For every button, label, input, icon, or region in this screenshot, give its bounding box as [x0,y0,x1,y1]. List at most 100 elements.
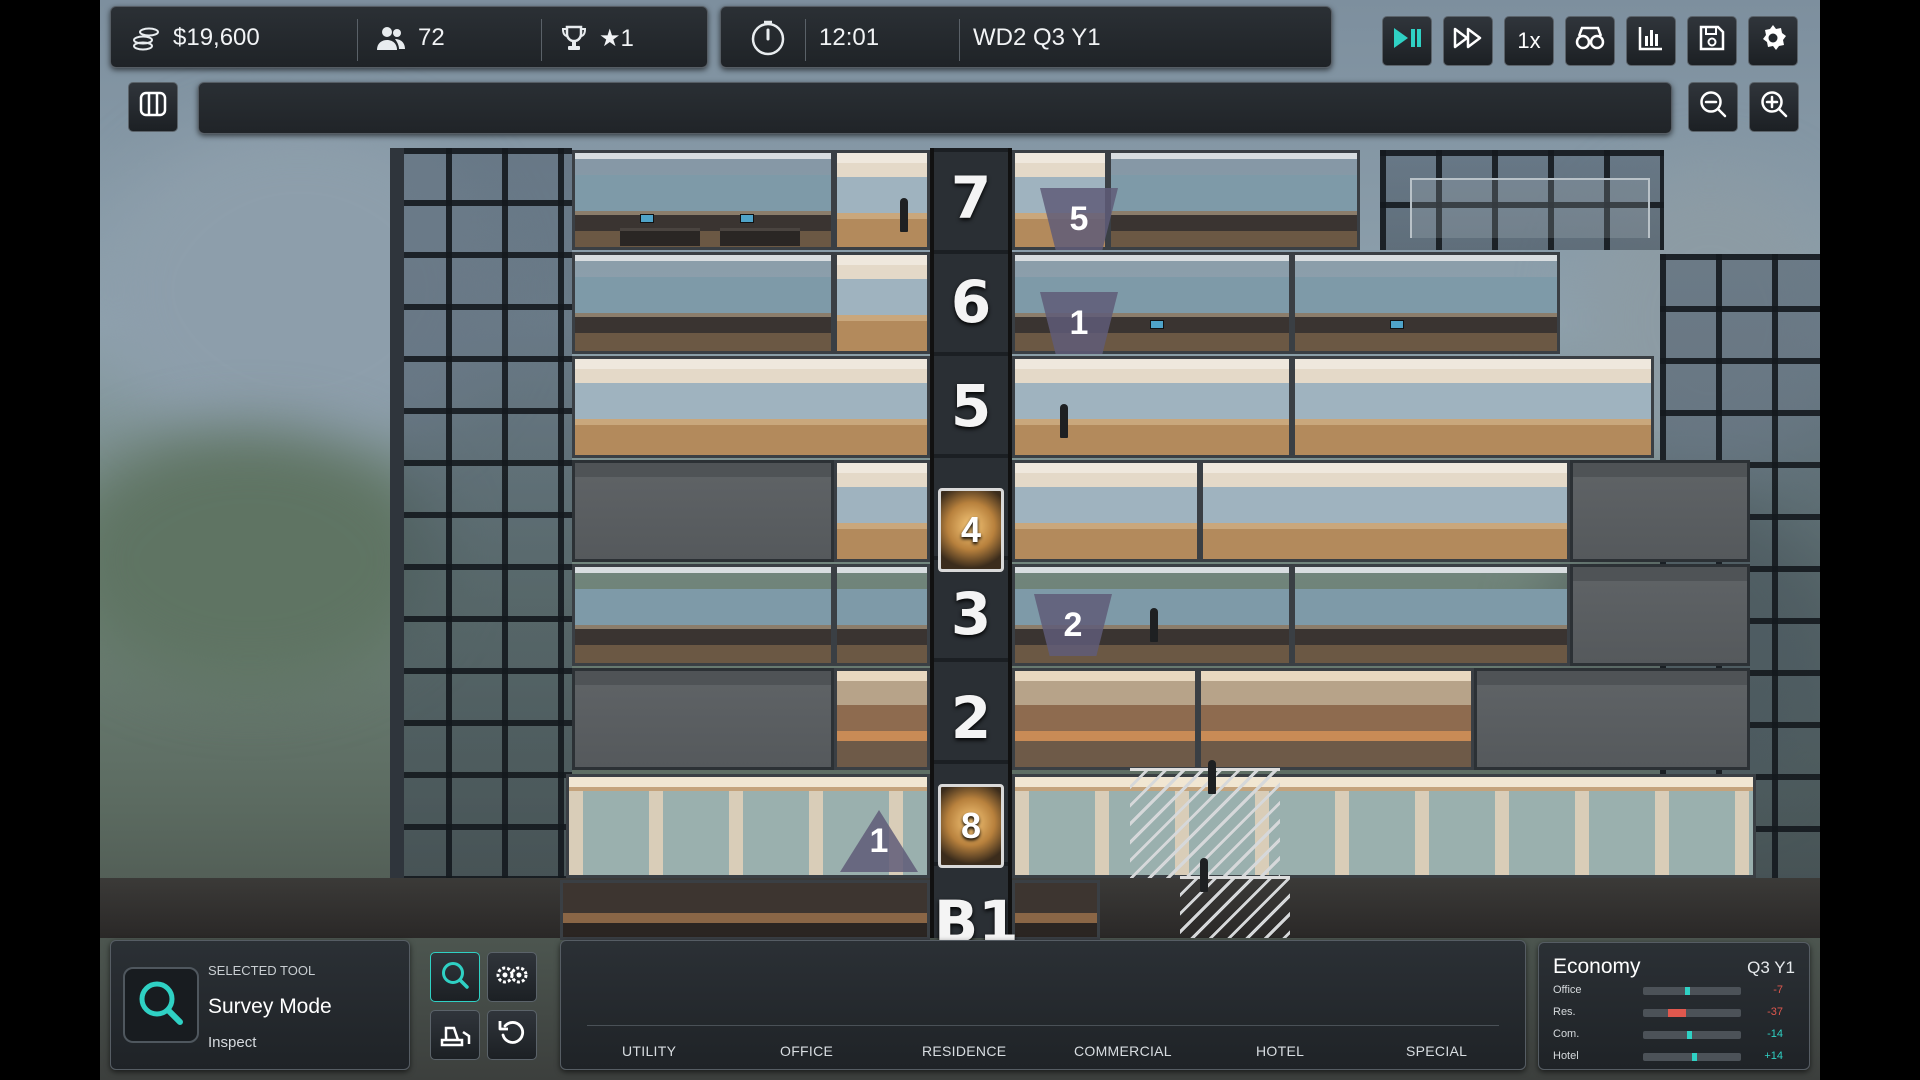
economy-row-label: Hotel [1553,1050,1579,1062]
residence-5-left[interactable] [572,356,930,458]
cafe-2[interactable] [834,668,930,770]
divider [357,19,358,61]
monitor [1150,320,1164,329]
person-silhouette [1200,858,1208,892]
date-stat: WD2 Q3 Y1 [973,5,1101,71]
floor-label-2: 2 [950,684,992,752]
office-3-left[interactable] [572,564,834,666]
office-3-small[interactable] [834,564,930,666]
background-trees [100,430,440,690]
fast-forward-button[interactable] [1443,16,1493,66]
residence-6-small[interactable] [834,252,930,354]
economy-row-value: -7 [1773,984,1783,996]
build-menu-panel [560,940,1526,1070]
bulldoze-tool-button[interactable] [430,1010,480,1060]
selected-tool-badge[interactable] [123,967,199,1043]
residence-4-small[interactable] [834,460,930,562]
goggles-icon [1574,24,1606,58]
desk [620,228,700,246]
economy-row-gauge-fill [1691,1053,1697,1061]
money-stat[interactable]: $19,600 [131,5,260,71]
selected-tool-panel: SELECTED TOOL Survey Mode Inspect [110,940,410,1070]
basement-room-right[interactable] [1012,880,1100,940]
residence-7-small[interactable] [834,150,930,250]
economy-rows: Office -7 Res. -37 Com. -14 Hotel +14 [1539,981,1811,1069]
person-silhouette [900,198,908,232]
office-7-right[interactable] [1108,150,1360,250]
save-button[interactable] [1687,16,1737,66]
settings-button[interactable] [1748,16,1798,66]
rating-stat[interactable]: ★1 [561,5,634,71]
map-toggle-button[interactable] [128,82,178,132]
map-toggle-icon [139,90,167,124]
time-stat: 12:01 [819,5,879,71]
elevator-car-4[interactable]: 4 [938,488,1004,572]
bulldoze-icon [439,1018,471,1053]
divider [959,19,960,61]
person-silhouette [1060,404,1068,438]
inspect-tool-button[interactable] [430,952,480,1002]
vacant-4-left[interactable] [572,460,834,562]
economy-row-label: Office [1553,984,1582,996]
zoom-out-icon [1698,89,1728,125]
speed-button[interactable]: 1x [1504,16,1554,66]
elevator-shaft[interactable]: 7 6 5 4 3 2 8 B1 [930,148,1019,956]
vacant-3-right[interactable] [1570,564,1750,666]
office-3-right[interactable] [1292,564,1570,666]
restaurant-2[interactable] [1012,668,1198,770]
monitor [740,214,754,223]
category-tab-special[interactable]: SPECIAL [1406,1043,1467,1059]
statistics-button[interactable] [1626,16,1676,66]
residence-4-mid[interactable] [1012,460,1200,562]
category-tab-residence[interactable]: RESIDENCE [922,1043,1006,1059]
population-stat[interactable]: 72 [376,5,445,71]
search-icon [439,959,471,996]
category-tab-commercial[interactable]: COMMERCIAL [1074,1043,1172,1059]
basement-bar[interactable] [560,880,930,940]
category-tab-hotel[interactable]: HOTEL [1256,1043,1304,1059]
zoom-in-button[interactable] [1749,82,1799,132]
category-tab-office[interactable]: OFFICE [780,1043,833,1059]
vacant-4-right[interactable] [1570,460,1750,562]
economy-panel[interactable]: Economy Q3 Y1 Office -7 Res. -37 Com. -14 Hote… [1538,942,1810,1070]
fast-forward-icon [1452,26,1484,56]
people-icon [376,25,406,51]
date-value: WD2 Q3 Y1 [973,24,1101,51]
message-bar [198,82,1672,134]
save-icon [1698,24,1726,58]
economy-row-gauge [1643,987,1741,995]
elevator-car-8[interactable]: 8 [938,784,1004,868]
residence-5-mid[interactable] [1012,356,1292,458]
view-mode-button[interactable] [1565,16,1615,66]
vacant-2-left[interactable] [572,668,834,770]
clock-stat[interactable] [749,5,787,71]
residence-5-right[interactable] [1292,356,1654,458]
electronics-shop-2[interactable] [1198,668,1474,770]
monitor [1390,320,1404,329]
vacant-2-right[interactable] [1474,668,1750,770]
floor-label-3: 3 [950,580,992,648]
category-tab-utility[interactable]: UTILITY [622,1043,676,1059]
undo-icon [497,1018,527,1053]
economy-row-gauge [1643,1009,1741,1017]
tower[interactable]: 7 6 5 4 3 2 8 B1 5 1 2 1 [390,148,1820,956]
economy-row-label: Com. [1553,1028,1580,1040]
lobby-right[interactable] [1012,774,1756,878]
zoom-out-button[interactable] [1688,82,1738,132]
rooftop-railing [1410,178,1650,238]
office-6-right[interactable] [1292,252,1560,354]
economy-row: Res. -37 [1539,1003,1797,1023]
residence-4-loft[interactable] [1200,460,1570,562]
undo-button[interactable] [487,1010,537,1060]
economy-row-gauge-fill [1687,1031,1693,1039]
money-value: $19,600 [173,24,260,51]
office-6-left[interactable] [572,252,834,354]
operations-tool-button[interactable] [487,952,537,1002]
bar-chart-icon [1637,24,1665,58]
time-panel: 12:01 WD2 Q3 Y1 [720,6,1332,68]
build-menu-divider [587,1025,1499,1026]
floor-label-5: 5 [950,372,992,440]
economy-row-gauge [1643,1031,1741,1039]
play-pause-button[interactable] [1382,16,1432,66]
economy-row-value: +14 [1764,1050,1783,1062]
